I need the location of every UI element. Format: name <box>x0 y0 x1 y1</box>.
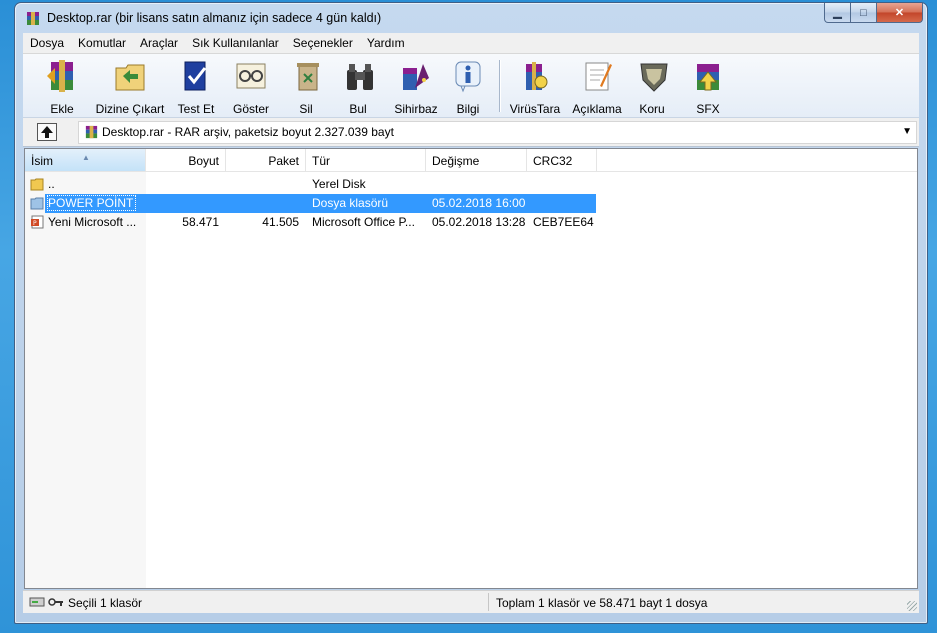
info-label: Bilgi <box>456 102 480 116</box>
sfx-label: SFX <box>696 102 720 116</box>
dropdown-arrow-icon[interactable]: ▼ <box>902 126 912 137</box>
column-header-crc32[interactable]: CRC32 <box>527 149 597 171</box>
status-bar: Seçili 1 klasör Toplam 1 klasör ve 58.47… <box>23 590 919 613</box>
up-folder-button[interactable] <box>37 123 57 141</box>
folder-up-icon <box>30 178 44 191</box>
column-header-packed[interactable]: Paket <box>226 149 306 171</box>
find-button[interactable]: Bul <box>343 58 373 116</box>
find-label: Bul <box>349 102 367 116</box>
list-header: ▲ İsim Boyut Paket Tür Değişme CRC32 <box>25 149 917 172</box>
maximize-icon: □ <box>860 6 867 19</box>
protect-label: Koru <box>639 102 665 116</box>
close-icon: ✕ <box>894 7 905 19</box>
wizard-hat-icon <box>403 64 429 90</box>
list-row-pptx-file[interactable]: P Yeni Microsoft ... 58.471 41.505 Micro… <box>25 213 595 232</box>
comment-note-icon <box>585 62 612 91</box>
add-button[interactable]: Ekle <box>37 58 87 116</box>
up-arrow-icon <box>41 126 53 138</box>
folder-icon <box>30 197 44 210</box>
delete-button[interactable]: Sil <box>291 58 321 116</box>
name-column-background <box>25 171 146 588</box>
add-archive-icon <box>47 60 73 92</box>
column-header-size[interactable]: Boyut <box>146 149 226 171</box>
virus-scan-icon <box>526 62 548 90</box>
winrar-app-icon <box>27 12 39 25</box>
title-bar[interactable]: Desktop.rar (bir lisans satın almanız iç… <box>15 3 927 33</box>
test-book-icon <box>184 61 207 91</box>
list-row-power-point[interactable]: POWER POİNT Dosya klasörü 05.02.2018 16:… <box>30 194 596 213</box>
extract-button[interactable]: Dizine Çıkart <box>93 58 167 116</box>
delete-label: Sil <box>299 102 313 116</box>
info-button[interactable]: Bilgi <box>449 58 487 116</box>
comment-button[interactable]: Açıklama <box>569 58 625 116</box>
extract-folder-icon <box>115 64 145 91</box>
column-header-type[interactable]: Tür <box>306 149 426 171</box>
status-separator <box>488 593 489 611</box>
virus-scan-label: VirüsTara <box>509 102 561 116</box>
menu-yardim[interactable]: Yardım <box>360 36 412 50</box>
drive-icon <box>29 597 45 607</box>
file-list[interactable]: ▲ İsim Boyut Paket Tür Değişme CRC32 .. … <box>24 148 918 589</box>
sort-ascending-icon: ▲ <box>82 153 90 162</box>
menu-sik-kullanilanlar[interactable]: Sık Kullanılanlar <box>185 36 286 50</box>
minimize-icon: ▁ <box>833 7 842 19</box>
rar-archive-icon <box>85 125 98 139</box>
sfx-icon <box>697 64 719 91</box>
menu-dosya[interactable]: Dosya <box>23 36 71 50</box>
delete-bin-icon <box>297 63 319 91</box>
find-binoculars-icon <box>347 64 373 90</box>
address-bar: Desktop.rar - RAR arşiv, paketsiz boyut … <box>23 118 919 147</box>
svg-text:P: P <box>33 220 37 227</box>
column-header-modified[interactable]: Değişme <box>426 149 527 171</box>
status-selection-text: Seçili 1 klasör <box>68 596 143 610</box>
toolbar-separator <box>499 60 501 112</box>
extract-label: Dizine Çıkart <box>95 102 165 116</box>
menu-bar: Dosya Komutlar Araçlar Sık Kullanılanlar… <box>23 33 919 54</box>
close-button[interactable]: ✕ <box>877 3 923 23</box>
winrar-window: Desktop.rar (bir lisans satın almanız iç… <box>14 2 928 624</box>
window-title: Desktop.rar (bir lisans satın almanız iç… <box>47 11 382 25</box>
view-button[interactable]: Göster <box>228 58 274 116</box>
info-icon <box>455 61 481 93</box>
wizard-label: Sihirbaz <box>394 102 438 116</box>
view-label: Göster <box>232 102 269 116</box>
protect-shield-icon <box>640 63 668 92</box>
wizard-button[interactable]: Sihirbaz <box>391 58 441 116</box>
menu-komutlar[interactable]: Komutlar <box>71 36 133 50</box>
view-glasses-icon <box>236 63 266 89</box>
key-icon <box>48 598 63 606</box>
menu-secenekler[interactable]: Seçenekler <box>286 36 360 50</box>
maximize-button[interactable]: □ <box>851 3 877 23</box>
comment-label: Açıklama <box>572 102 622 116</box>
archive-path-text: Desktop.rar - RAR arşiv, paketsiz boyut … <box>102 125 394 139</box>
minimize-button[interactable]: ▁ <box>824 3 851 23</box>
menu-araclar[interactable]: Araçlar <box>133 36 185 50</box>
test-label: Test Et <box>177 102 215 116</box>
caption-buttons: ▁ □ ✕ <box>824 3 923 23</box>
sfx-button[interactable]: SFX <box>691 58 725 116</box>
status-total-text: Toplam 1 klasör ve 58.471 bayt 1 dosya <box>496 596 708 610</box>
archive-path-dropdown[interactable]: Desktop.rar - RAR arşiv, paketsiz boyut … <box>78 121 917 144</box>
add-label: Ekle <box>50 102 74 116</box>
resize-grip[interactable] <box>907 601 917 611</box>
toolbar: Ekle Dizine Çıkart Test Et Göster Sil Bu… <box>23 54 919 118</box>
test-button[interactable]: Test Et <box>174 58 218 116</box>
protect-button[interactable]: Koru <box>637 58 668 116</box>
virus-scan-button[interactable]: VirüsTara <box>509 58 561 116</box>
status-icons <box>29 596 64 608</box>
column-header-name[interactable]: ▲ İsim <box>25 149 146 171</box>
list-row-parent[interactable]: .. Yerel Disk <box>25 175 595 194</box>
powerpoint-file-icon: P <box>31 215 44 229</box>
